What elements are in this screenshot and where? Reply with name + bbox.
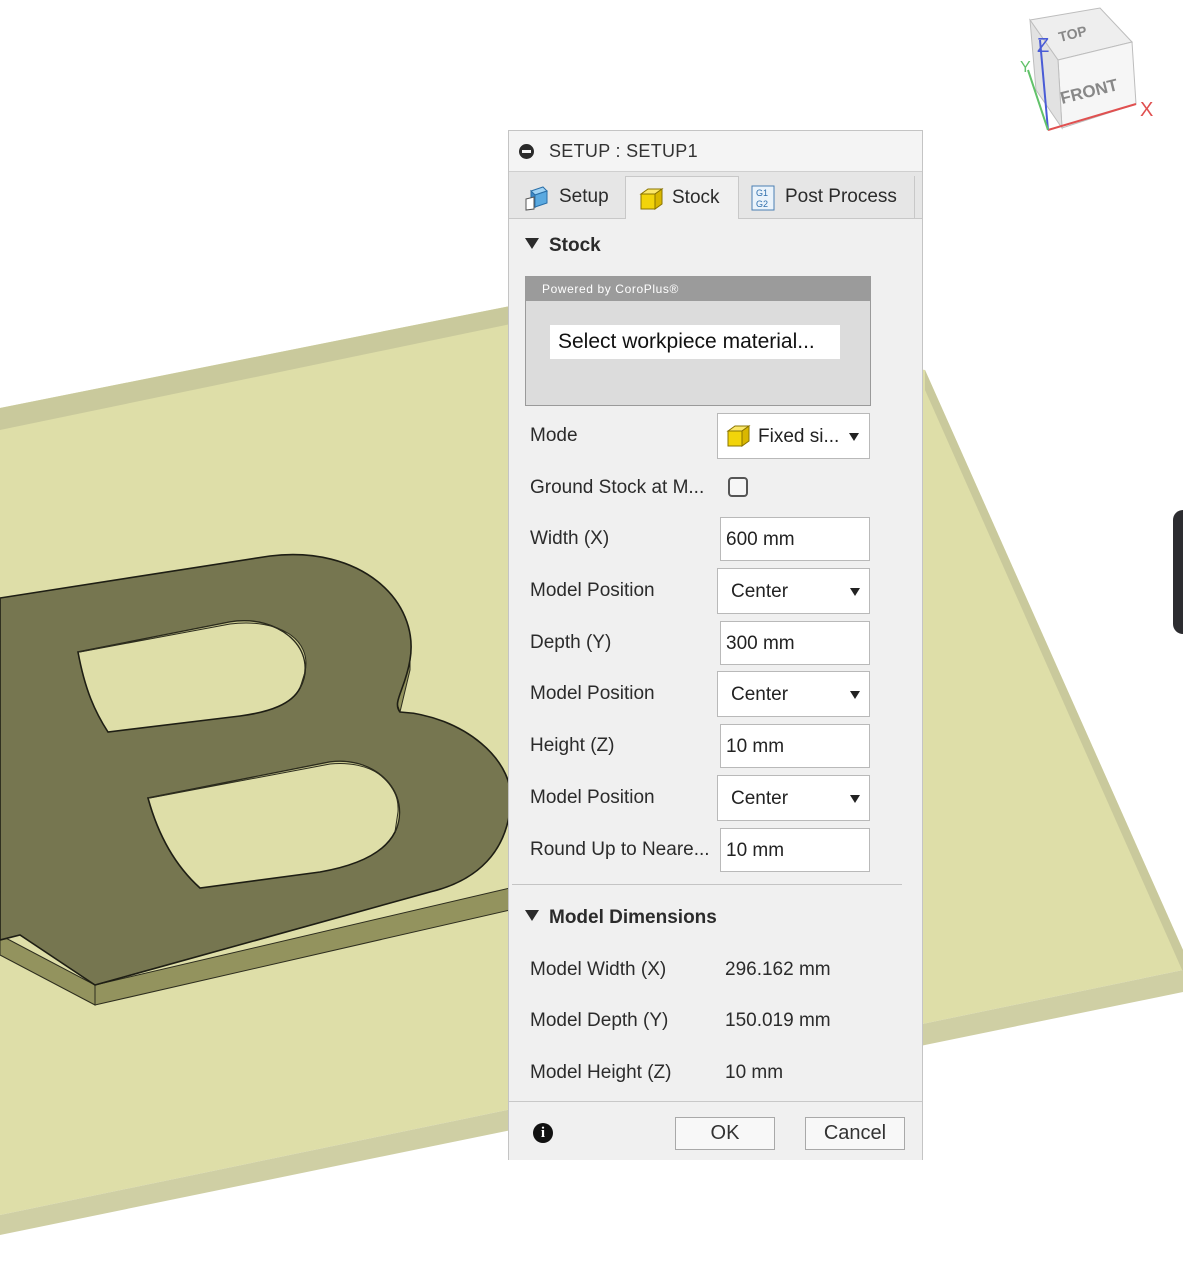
height-model-position-label: Model Position <box>530 787 655 808</box>
width-label: Width (X) <box>530 528 610 549</box>
mode-select[interactable]: Fixed si... <box>717 413 870 459</box>
round-up-label: Round Up to Neare... <box>530 839 710 860</box>
tab-setup-label: Setup <box>559 186 609 207</box>
chevron-down-icon <box>850 795 860 803</box>
width-model-position-select[interactable]: Center <box>717 568 870 614</box>
chevron-down-icon <box>849 433 859 441</box>
select-material-button[interactable]: Select workpiece material... <box>550 325 840 359</box>
info-icon[interactable]: i <box>533 1123 553 1143</box>
height-field[interactable]: 10 mm <box>720 724 870 768</box>
setup-dialog: SETUP : SETUP1 Setup Stock G1 G2 Post Pr… <box>508 130 923 1160</box>
model-depth-label: Model Depth (Y) <box>530 1010 669 1031</box>
width-model-position-label: Model Position <box>530 580 655 601</box>
ok-button[interactable]: OK <box>675 1117 775 1150</box>
dialog-title: SETUP : SETUP1 <box>549 141 698 161</box>
model-height-label: Model Height (Z) <box>530 1062 672 1083</box>
view-cube[interactable]: TOP FRONT X Z Y <box>1010 0 1183 150</box>
collapse-triangle-icon <box>525 238 539 249</box>
tab-stock[interactable]: Stock <box>625 176 739 219</box>
round-up-field[interactable]: 10 mm <box>720 828 870 872</box>
depth-model-position-select[interactable]: Center <box>717 671 870 717</box>
axis-x-label: X <box>1140 99 1153 121</box>
dialog-footer: i OK Cancel <box>509 1101 922 1160</box>
ground-stock-checkbox[interactable] <box>728 477 748 497</box>
depth-label: Depth (Y) <box>530 632 612 653</box>
tab-post-process[interactable]: G1 G2 Post Process <box>739 176 915 218</box>
g1-g2-icon: G1 G2 <box>751 185 775 211</box>
depth-field[interactable]: 300 mm <box>720 621 870 665</box>
tab-stock-label: Stock <box>672 187 720 208</box>
stock-cube-icon <box>639 188 664 210</box>
height-model-position-select[interactable]: Center <box>717 775 870 821</box>
ground-stock-label: Ground Stock at M... <box>530 477 705 498</box>
dialog-titlebar[interactable]: SETUP : SETUP1 <box>509 131 922 172</box>
stock-cube-icon <box>726 425 751 447</box>
tab-post-process-label: Post Process <box>785 186 897 207</box>
material-selector-panel: Powered by CoroPlus® Select workpiece ma… <box>525 276 871 406</box>
model-depth-value: 150.019 mm <box>725 1010 831 1031</box>
mode-value: Fixed si... <box>758 426 840 447</box>
model-width-label: Model Width (X) <box>530 959 667 980</box>
collapse-triangle-icon <box>525 910 539 921</box>
svg-text:G1: G1 <box>756 188 768 198</box>
tab-setup[interactable]: Setup <box>515 176 625 218</box>
setup-icon <box>525 186 548 211</box>
width-field[interactable]: 600 mm <box>720 517 870 561</box>
cancel-button[interactable]: Cancel <box>805 1117 905 1150</box>
powered-by-label: Powered by CoroPlus® <box>542 282 679 296</box>
mode-label: Mode <box>530 425 578 446</box>
model-dimensions-header[interactable]: Model Dimensions <box>525 907 717 929</box>
chevron-down-icon <box>850 691 860 699</box>
height-label: Height (Z) <box>530 735 615 756</box>
axis-y-label: Y <box>1020 59 1031 76</box>
chevron-down-icon <box>850 588 860 596</box>
stock-section-header[interactable]: Stock <box>525 235 601 257</box>
collapse-icon[interactable] <box>519 144 534 159</box>
depth-model-position-label: Model Position <box>530 683 655 704</box>
tab-bar: Setup Stock G1 G2 Post Process <box>509 172 922 219</box>
model-height-value: 10 mm <box>725 1062 784 1083</box>
axis-z-label: Z <box>1037 35 1049 57</box>
material-panel-header: Powered by CoroPlus® <box>526 277 870 301</box>
section-divider <box>512 884 902 885</box>
side-panel-handle[interactable] <box>1173 510 1183 634</box>
svg-text:G2: G2 <box>756 199 768 209</box>
model-width-value: 296.162 mm <box>725 959 831 980</box>
